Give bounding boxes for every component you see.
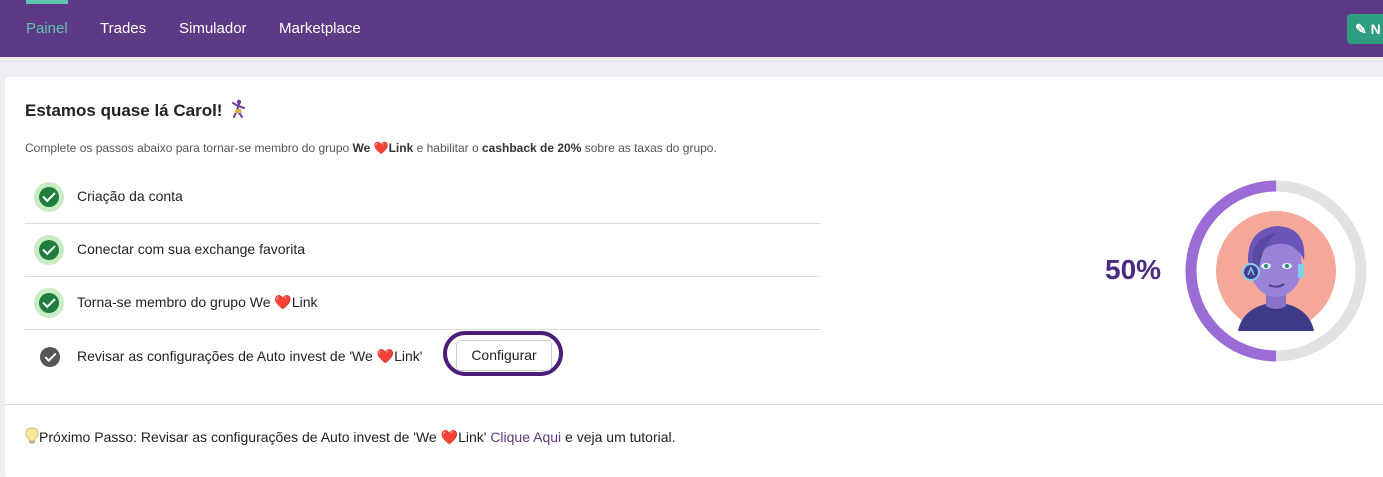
heart-icon: ❤️ (274, 294, 292, 310)
check-circle-icon (34, 288, 64, 318)
tab-painel[interactable]: Painel (26, 0, 68, 57)
heart-icon: ❤️ (373, 141, 389, 155)
next-step-text: Link' (458, 429, 491, 445)
section-divider (5, 404, 1383, 405)
avatar (1216, 211, 1336, 331)
step-label: Criação da conta (77, 188, 183, 204)
progress-ring (1185, 180, 1367, 362)
tab-marketplace[interactable]: Marketplace (279, 0, 361, 57)
configure-button[interactable]: Configurar (456, 340, 552, 371)
subtitle-text: Complete os passos abaixo para tornar-se… (25, 141, 353, 155)
new-button-label: N (1370, 21, 1381, 37)
pending-check-icon (40, 347, 60, 367)
magic-wand-icon: ✎ (1355, 21, 1367, 37)
check-circle-icon (34, 235, 64, 265)
next-step-text: e veja um tutorial. (561, 429, 676, 445)
tab-simulador[interactable]: Simulador (179, 0, 247, 57)
step-item-pending: Revisar as configurações de Auto invest … (25, 330, 821, 382)
heart-icon: ❤️ (376, 348, 395, 364)
step-label-text: Revisar as configurações de Auto invest … (77, 348, 377, 364)
step-label-text: Link' (394, 348, 423, 364)
step-label: Revisar as configurações de Auto invest … (77, 348, 422, 365)
step-label: Conectar com sua exchange favorita (77, 241, 306, 257)
new-button[interactable]: ✎ N (1347, 14, 1383, 44)
tutorial-link[interactable]: Clique Aqui (490, 429, 561, 445)
step-item: Conectar com sua exchange favorita (25, 224, 821, 277)
progress-percent: 50% (1105, 254, 1162, 285)
onboarding-subtitle: Complete os passos abaixo para tornar-se… (25, 141, 717, 155)
lightbulb-icon (25, 427, 39, 444)
tab-trades[interactable]: Trades (100, 0, 146, 57)
dancer-icon (232, 99, 246, 118)
step-item: Torna-se membro do grupo We ❤️Link (25, 277, 821, 330)
check-circle-icon (34, 182, 64, 212)
subtitle-text: sobre as taxas do grupo. (581, 141, 717, 155)
step-label-text: Link (291, 294, 318, 310)
subtitle-text: e habilitar o (413, 141, 482, 155)
step-label: Torna-se membro do grupo We ❤️Link (77, 294, 318, 311)
group-name-we: We (352, 141, 374, 155)
top-navbar: Painel Trades Simulador Marketplace ✎ N (0, 0, 1383, 57)
step-label-text: Torna-se membro do grupo We (77, 294, 275, 310)
group-name-link: Link (388, 141, 414, 155)
next-step-hint: Próximo Passo: Revisar as configurações … (25, 427, 676, 446)
onboarding-title: Estamos quase lá Carol! (25, 99, 249, 121)
title-text: Estamos quase lá Carol! (25, 101, 223, 120)
next-step-text: Próximo Passo: Revisar as configurações … (39, 429, 441, 445)
heart-icon: ❤️ (440, 429, 459, 445)
cashback-highlight: cashback de 20% (481, 141, 582, 155)
step-item: Criação da conta (25, 171, 821, 224)
